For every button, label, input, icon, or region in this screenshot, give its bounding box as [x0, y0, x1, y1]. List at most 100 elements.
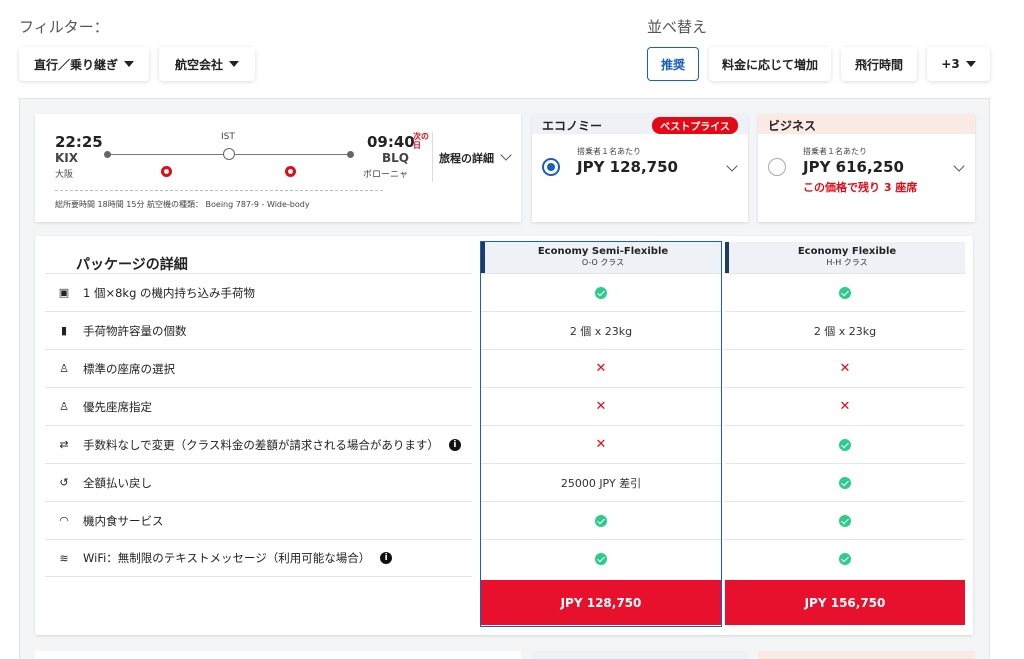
- airline-logo-icon: [161, 166, 172, 177]
- arrival-airport-code: BLQ: [382, 151, 409, 165]
- info-icon[interactable]: i: [448, 438, 461, 451]
- filter-airline[interactable]: 航空会社: [159, 47, 255, 81]
- check-icon: [839, 552, 851, 565]
- arrival-city: ボローニャ: [363, 170, 409, 180]
- feature-row: ▮ 手荷物許容量の個数: [45, 311, 472, 349]
- filter-airline-label: 航空会社: [174, 57, 223, 72]
- destination-dot: [347, 151, 354, 158]
- fare-cabin-name: エコノミー: [542, 119, 603, 133]
- itinerary-details-toggle[interactable]: 旅程の詳細: [439, 149, 512, 166]
- feature-value: [725, 425, 965, 463]
- filter-direct-label: 直行／乗り継ぎ: [33, 57, 118, 72]
- feature-label: 手数料なしで変更（クラス料金の差額が請求される場合があります）: [83, 437, 439, 452]
- fare-price: JPY 616,250: [803, 158, 904, 176]
- fare-card-business[interactable]: ビジネス 搭乗者１名あたり JPY 616,250 この価格で残り 3 座席: [758, 114, 975, 222]
- chevron-down-icon: [500, 149, 512, 161]
- sort-price-ascending[interactable]: 料金に応じて増加: [709, 47, 831, 81]
- departure-time: 22:25: [55, 133, 103, 151]
- stopover-dot: [223, 148, 235, 160]
- feature-value: [725, 539, 965, 577]
- fare-price: JPY 128,750: [577, 158, 678, 176]
- sort-duration[interactable]: 飛行時間: [841, 47, 917, 81]
- fare-cabin-name: ビジネス: [768, 119, 817, 133]
- package-column-header: Economy Flexible H-H クラス: [725, 242, 965, 273]
- chevron-down-icon[interactable]: [726, 160, 738, 172]
- seat-icon: ♙: [59, 400, 69, 413]
- stopover-code: IST: [221, 132, 235, 142]
- carry-on-bag-icon: ▣: [58, 286, 70, 299]
- feature-label: 優先座席指定: [83, 399, 152, 414]
- feature-label: 標準の座席の選択: [83, 361, 175, 376]
- sort-more[interactable]: +3: [927, 47, 990, 81]
- feature-value: ✕: [725, 387, 965, 425]
- divider: [432, 132, 433, 182]
- sort-recommended-label: 推奨: [660, 57, 685, 72]
- seat-icon: ♙: [59, 362, 69, 375]
- origin-dot: [104, 151, 111, 158]
- feature-label: 手荷物許容量の個数: [83, 323, 187, 338]
- filter-direct-connecting[interactable]: 直行／乗り継ぎ: [19, 47, 149, 81]
- package-column-flexible[interactable]: Economy Flexible H-H クラス 2 個 x 23kg ✕ ✕ …: [725, 242, 965, 626]
- package-details-title: パッケージの詳細: [76, 257, 188, 273]
- checked-bag-icon: ▮: [60, 324, 68, 337]
- package-details-card: パッケージの詳細 ▣ 1 個×8kg の機内持ち込み手荷物 ▮ 手荷物許容量の個…: [35, 236, 973, 635]
- best-price-badge: ベストプライス: [652, 117, 738, 134]
- feature-row: ≋ WiFi：無制限のテキストメッセージ（利用可能な場合） i: [45, 539, 472, 577]
- feature-label: 1 個×8kg の機内持ち込み手荷物: [83, 285, 256, 300]
- refund-icon: ↺: [59, 476, 69, 489]
- feature-row: ◠ 機内食サービス: [45, 501, 472, 539]
- caret-down-icon: [965, 61, 976, 67]
- feature-value: ✕: [725, 349, 965, 387]
- selected-package-outline: [480, 241, 722, 627]
- wifi-icon: ≋: [59, 551, 69, 565]
- per-passenger-label: 搭乗者１名あたり: [577, 147, 641, 156]
- change-icon: ⇄: [59, 438, 69, 451]
- departure-airport-code: KIX: [55, 151, 79, 165]
- feature-label: 全額払い戻し: [83, 475, 152, 490]
- next-day-indicator: 次の 日: [413, 132, 429, 150]
- feature-label: 機内食サービス: [83, 513, 164, 528]
- fare-radio-business[interactable]: [768, 158, 786, 176]
- fare-cabin-header: ビジネス: [758, 114, 975, 134]
- feature-value: [725, 273, 965, 311]
- feature-row: ⇄ 手数料なしで変更（クラス料金の差額が請求される場合があります） i: [45, 425, 472, 463]
- fare-radio-economy[interactable]: [542, 158, 560, 176]
- feature-label: WiFi：無制限のテキストメッセージ（利用可能な場合）: [83, 551, 371, 565]
- next-fare-card-peek: [532, 651, 748, 659]
- feature-value: [725, 501, 965, 539]
- filters-title: フィルター：: [19, 18, 109, 36]
- sort-more-label: +3: [941, 57, 960, 71]
- check-icon: [839, 438, 851, 451]
- feature-row: ♙ 標準の座席の選択: [45, 349, 472, 387]
- feature-value: 2 個 x 23kg: [725, 311, 965, 349]
- fare-cabin-header: エコノミー ベストプライス: [532, 114, 748, 134]
- fare-card-economy[interactable]: エコノミー ベストプライス 搭乗者１名あたり JPY 128,750: [532, 114, 748, 222]
- flight-summary-card: 22:25 KIX 大阪 IST 09:40 次の 日 BLQ ボローニャ 旅程…: [35, 114, 521, 222]
- airline-logo-icon: [285, 166, 296, 177]
- sort-title: 並べ替え: [647, 18, 708, 36]
- info-icon[interactable]: i: [380, 552, 393, 564]
- select-package-button[interactable]: JPY 156,750: [725, 580, 965, 625]
- arrival-time: 09:40: [367, 133, 415, 151]
- seats-remaining-note: この価格で残り 3 座席: [803, 181, 918, 194]
- cross-icon: ✕: [839, 399, 851, 414]
- chevron-down-icon[interactable]: [953, 160, 965, 172]
- package-class-code: H-H クラス: [826, 258, 868, 267]
- meal-icon: ◠: [59, 514, 69, 527]
- next-fare-card-peek: [758, 651, 975, 659]
- sort-recommended[interactable]: 推奨: [647, 47, 699, 81]
- feature-row: ▣ 1 個×8kg の機内持ち込み手荷物: [45, 273, 472, 311]
- sort-duration-label: 飛行時間: [854, 57, 903, 72]
- next-flight-card-peek: [35, 651, 521, 659]
- caret-down-icon: [229, 61, 239, 67]
- package-name: Economy Flexible: [797, 246, 897, 257]
- check-icon: [839, 514, 851, 527]
- departure-city: 大阪: [55, 170, 74, 180]
- feature-value: [725, 463, 965, 501]
- itinerary-details-label: 旅程の詳細: [439, 152, 494, 165]
- flight-duration-aircraft: 総所要時間 18時間 15分 航空機の種類： Boeing 787-9 - Wi…: [55, 200, 310, 209]
- dashed-divider: [55, 190, 383, 191]
- sort-price-label: 料金に応じて増加: [721, 57, 818, 72]
- check-icon: [839, 476, 851, 489]
- feature-row: ↺ 全額払い戻し: [45, 463, 472, 501]
